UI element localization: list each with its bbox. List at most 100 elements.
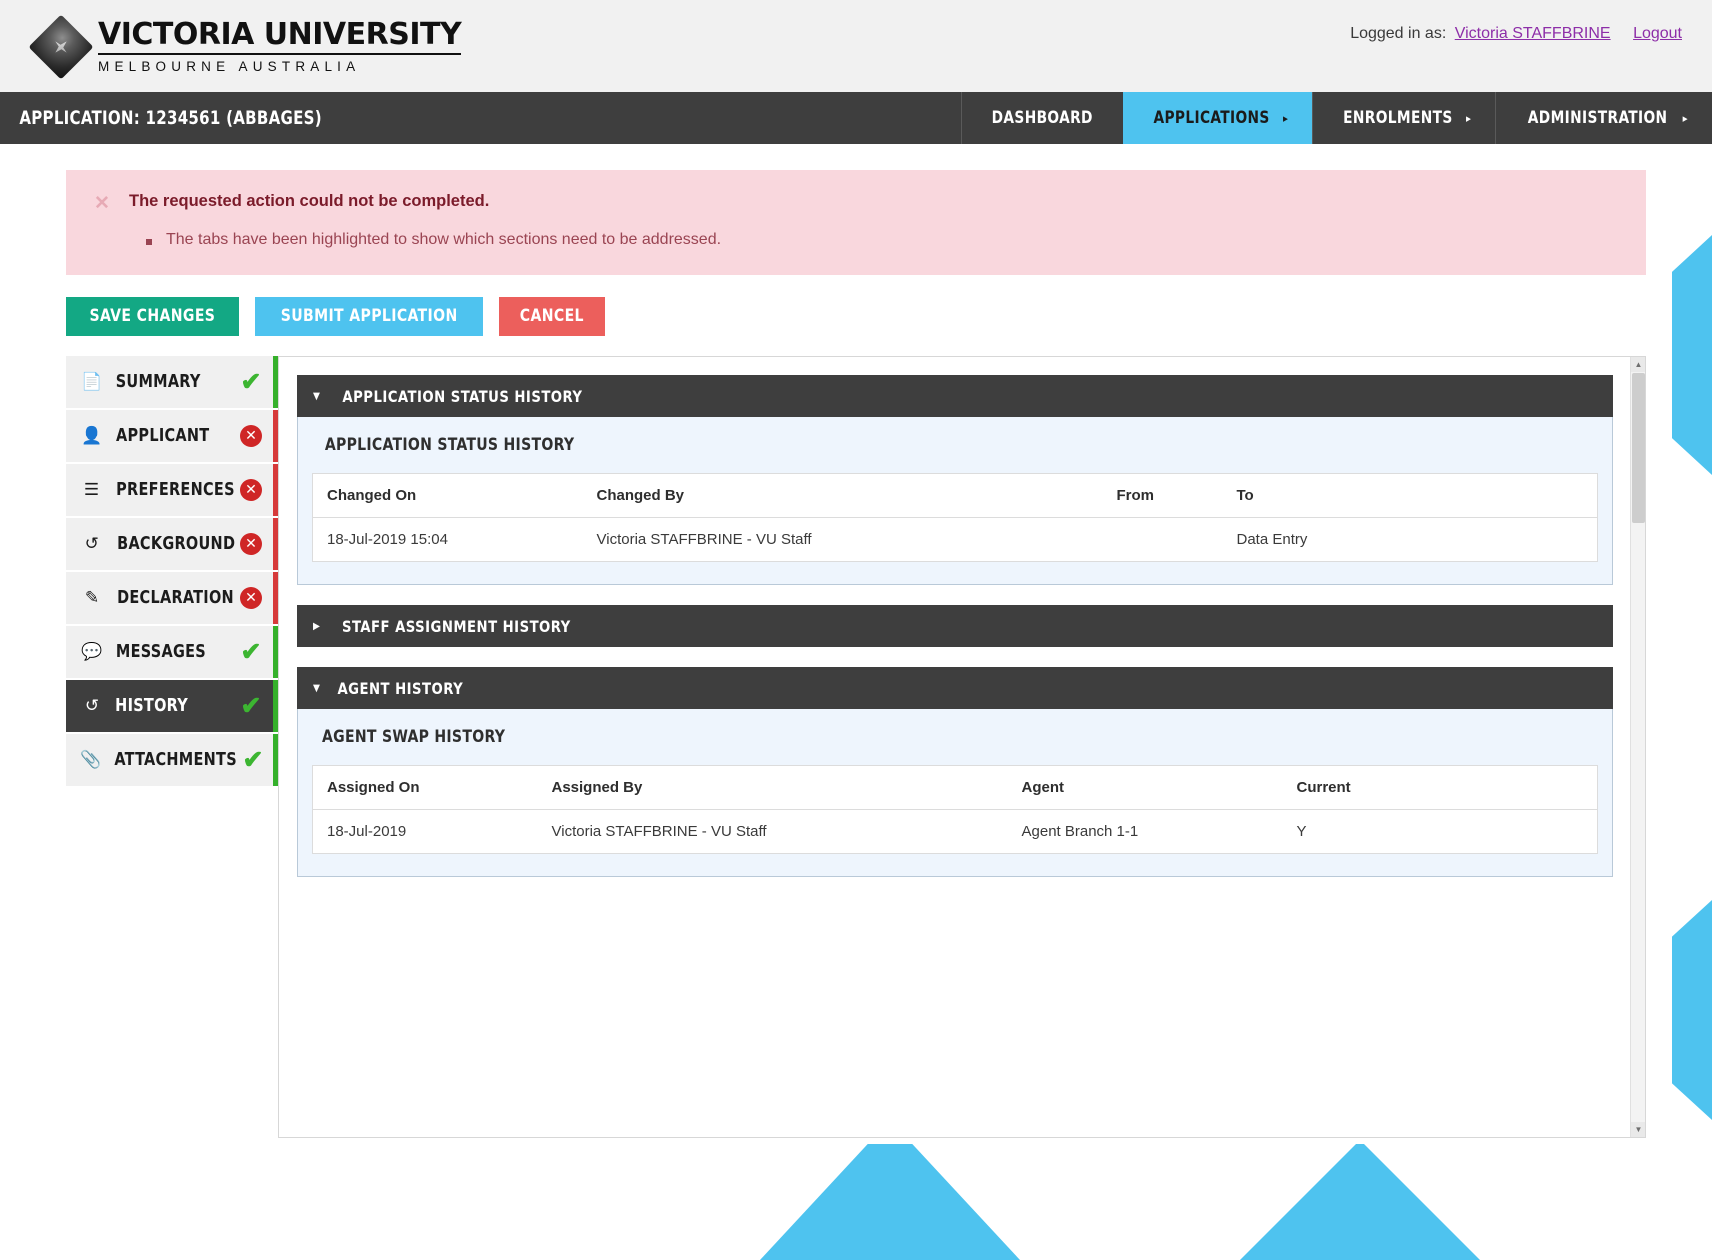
accordion-header-agent-history[interactable]: ▼ AGENT HISTORY: [297, 667, 1613, 709]
logout-link[interactable]: Logout: [1633, 25, 1682, 42]
submit-application-button[interactable]: SUBMIT APPLICATION: [254, 297, 484, 336]
chat-bubble-icon: 💬: [81, 642, 103, 661]
list-icon: ☰: [83, 480, 100, 499]
sidebar-text-background: BACKGROUND: [116, 534, 235, 554]
status-badge-messages: ✔: [240, 637, 262, 666]
sidebar-item-background[interactable]: ↺ BACKGROUND ✕: [66, 518, 278, 570]
subsection-title-application-status-history: APPLICATION STATUS HISTORY: [324, 435, 575, 455]
sidebar-text-attachments: ATTACHMENTS: [114, 750, 238, 770]
nav-items: DASHBOARD APPLICATIONS ▸ ENROLMENTS ▸ AD…: [961, 92, 1712, 144]
sidebar-item-attachments[interactable]: 📎 ATTACHMENTS ✔: [66, 734, 278, 786]
panel-scrollbar[interactable]: ▲ ▼: [1630, 357, 1645, 1137]
chevron-right-icon: ▸: [1466, 111, 1472, 125]
status-badge-applicant: ✕: [240, 425, 262, 447]
edit-pencil-icon: ✎: [84, 588, 100, 607]
application-title: APPLICATION: 1234561 (ABBAGES): [19, 107, 322, 129]
sidebar-label-preferences: PREFERENCES: [111, 480, 240, 500]
col-assigned-on: Assigned On: [312, 765, 538, 810]
error-cross-icon: ✕: [240, 533, 262, 555]
nav-label-enrolments: ENROLMENTS: [1343, 108, 1453, 128]
cell-to: Data Entry: [1222, 517, 1598, 562]
logo-subtitle: MELBOURNE AUSTRALIA: [98, 59, 361, 74]
nav-item-applications[interactable]: APPLICATIONS ▸: [1122, 92, 1313, 144]
action-button-bar: SAVE CHANGES SUBMIT APPLICATION CANCEL: [66, 297, 1646, 336]
close-icon[interactable]: ✕: [94, 194, 110, 213]
sidebar-label-messages: MESSAGES: [112, 642, 210, 662]
accordion-title-application-status-history: APPLICATION STATUS HISTORY: [342, 386, 583, 406]
accordion-header-application-status-history[interactable]: ▼ APPLICATION STATUS HISTORY: [297, 375, 1613, 417]
scroll-up-icon[interactable]: ▲: [1631, 357, 1645, 372]
check-icon: ✔: [240, 637, 262, 666]
cell-assigned-by: Victoria STAFFBRINE - VU Staff: [537, 809, 1008, 854]
sidebar-text-messages: MESSAGES: [115, 642, 207, 662]
sidebar-label-applicant: APPLICANT: [112, 426, 214, 446]
page-content: ✕ The requested action could not be comp…: [40, 144, 1672, 1144]
accordion-body-agent-history: AGENT SWAP HISTORY Assigned On Assigned …: [297, 709, 1613, 877]
status-badge-preferences: ✕: [240, 479, 262, 501]
nav-item-dashboard[interactable]: DASHBOARD: [961, 92, 1122, 144]
nav-item-administration[interactable]: ADMINISTRATION ▸: [1495, 92, 1712, 144]
history-panel-scroll-content: ▼ APPLICATION STATUS HISTORY APPLICATION…: [279, 357, 1631, 1137]
application-status-history-table: Changed On Changed By From To 18-Jul-201…: [312, 473, 1598, 562]
col-from: From: [1102, 473, 1223, 518]
check-icon: ✔: [240, 691, 262, 720]
cell-agent: Agent Branch 1-1: [1007, 809, 1283, 854]
vu-logo[interactable]: VICTORIA UNIVERSITY MELBOURNE AUSTRALIA: [28, 14, 462, 80]
nav-item-enrolments[interactable]: ENROLMENTS ▸: [1312, 92, 1495, 144]
accordion-header-staff-assignment-history[interactable]: ▶ STAFF ASSIGNMENT HISTORY: [297, 605, 1613, 647]
scroll-down-icon[interactable]: ▼: [1631, 1122, 1645, 1137]
login-status: Logged in as: Victoria STAFFBRINE Logout: [1350, 25, 1682, 43]
accordion-body-application-status-history: APPLICATION STATUS HISTORY Changed On Ch…: [297, 417, 1613, 585]
col-changed-on: Changed On: [312, 473, 583, 518]
alert-title: The requested action could not be comple…: [129, 192, 490, 210]
cancel-label: CANCEL: [519, 306, 584, 326]
user-icon: 👤: [81, 426, 103, 445]
sidebar-item-preferences[interactable]: ☰ PREFERENCES ✕: [66, 464, 278, 516]
nav-label-applications: APPLICATIONS: [1153, 108, 1270, 128]
check-icon: ✔: [240, 367, 262, 396]
accordion-application-status-history: ▼ APPLICATION STATUS HISTORY APPLICATION…: [297, 375, 1613, 585]
col-current: Current: [1282, 765, 1598, 810]
main-navbar: APPLICATION: 1234561 (ABBAGES) DASHBOARD…: [0, 92, 1712, 144]
cell-from: [1102, 517, 1223, 562]
scrollbar-thumb[interactable]: [1632, 373, 1645, 523]
accordion-staff-assignment-history: ▶ STAFF ASSIGNMENT HISTORY: [297, 605, 1613, 647]
cell-changed-on: 18-Jul-2019 15:04: [312, 517, 583, 562]
user-profile-link[interactable]: Victoria STAFFBRINE: [1455, 25, 1611, 42]
chevron-right-icon: ▸: [1282, 111, 1289, 125]
col-to: To: [1222, 473, 1598, 518]
logged-in-label: Logged in as:: [1350, 25, 1447, 42]
logo-title: VICTORIA UNIVERSITY: [98, 20, 462, 55]
sidebar-label-attachments: ATTACHMENTS: [109, 750, 242, 770]
cancel-button[interactable]: CANCEL: [499, 297, 605, 336]
accordion-title-agent-history: AGENT HISTORY: [337, 678, 464, 698]
sidebar-text-declaration: DECLARATION: [117, 588, 234, 608]
sidebar-item-summary[interactable]: 📄 SUMMARY ✔: [66, 356, 278, 408]
sidebar-label-summary: SUMMARY: [112, 372, 204, 392]
save-changes-button[interactable]: SAVE CHANGES: [66, 297, 239, 336]
status-badge-attachments: ✔: [242, 747, 263, 772]
document-icon: 📄: [81, 372, 103, 391]
content-area: 📄 SUMMARY ✔ 👤 APPLICANT ✕ ☰ PREFERENCES: [66, 356, 1646, 1138]
sidebar-item-declaration[interactable]: ✎ DECLARATION ✕: [66, 572, 278, 624]
table-header-row: Assigned On Assigned By Agent Current: [312, 765, 1598, 810]
chevron-down-icon: ▼: [313, 682, 321, 694]
col-changed-by: Changed By: [582, 473, 1103, 518]
page-header: VICTORIA UNIVERSITY MELBOURNE AUSTRALIA …: [0, 0, 1712, 92]
sidebar-item-history[interactable]: ↺ HISTORY ✔: [66, 680, 278, 732]
col-assigned-by: Assigned By: [537, 765, 1008, 810]
accordion-title-staff-assignment-history: STAFF ASSIGNMENT HISTORY: [342, 616, 572, 636]
error-cross-icon: ✕: [240, 587, 262, 609]
error-alert: ✕ The requested action could not be comp…: [66, 170, 1646, 275]
history-panel: ▼ APPLICATION STATUS HISTORY APPLICATION…: [278, 356, 1646, 1138]
sidebar-text-preferences: PREFERENCES: [116, 480, 235, 500]
sidebar-item-applicant[interactable]: 👤 APPLICANT ✕: [66, 410, 278, 462]
sidebar-item-messages[interactable]: 💬 MESSAGES ✔: [66, 626, 278, 678]
alert-detail-item: The tabs have been highlighted to show w…: [146, 231, 1620, 249]
section-sidebar: 📄 SUMMARY ✔ 👤 APPLICANT ✕ ☰ PREFERENCES: [66, 356, 278, 788]
subsection-title-agent-swap-history: AGENT SWAP HISTORY: [321, 727, 506, 747]
status-badge-background: ✕: [240, 533, 262, 555]
history-clock-icon: ↺: [84, 696, 100, 715]
sidebar-text-applicant: APPLICANT: [116, 426, 210, 446]
error-cross-icon: ✕: [240, 479, 262, 501]
